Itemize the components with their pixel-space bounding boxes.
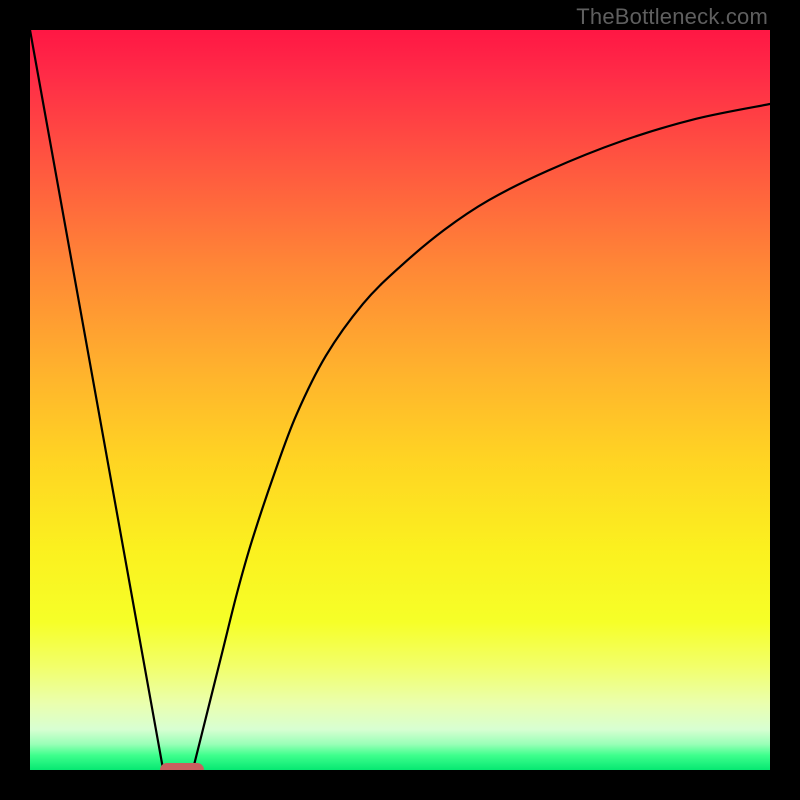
curves-layer bbox=[30, 30, 770, 770]
chart-frame: TheBottleneck.com bbox=[0, 0, 800, 800]
left-branch-curve bbox=[30, 30, 163, 770]
optimal-zone-marker bbox=[160, 763, 204, 770]
right-branch-curve bbox=[193, 104, 770, 770]
plot-area bbox=[30, 30, 770, 770]
watermark-text: TheBottleneck.com bbox=[576, 4, 768, 30]
